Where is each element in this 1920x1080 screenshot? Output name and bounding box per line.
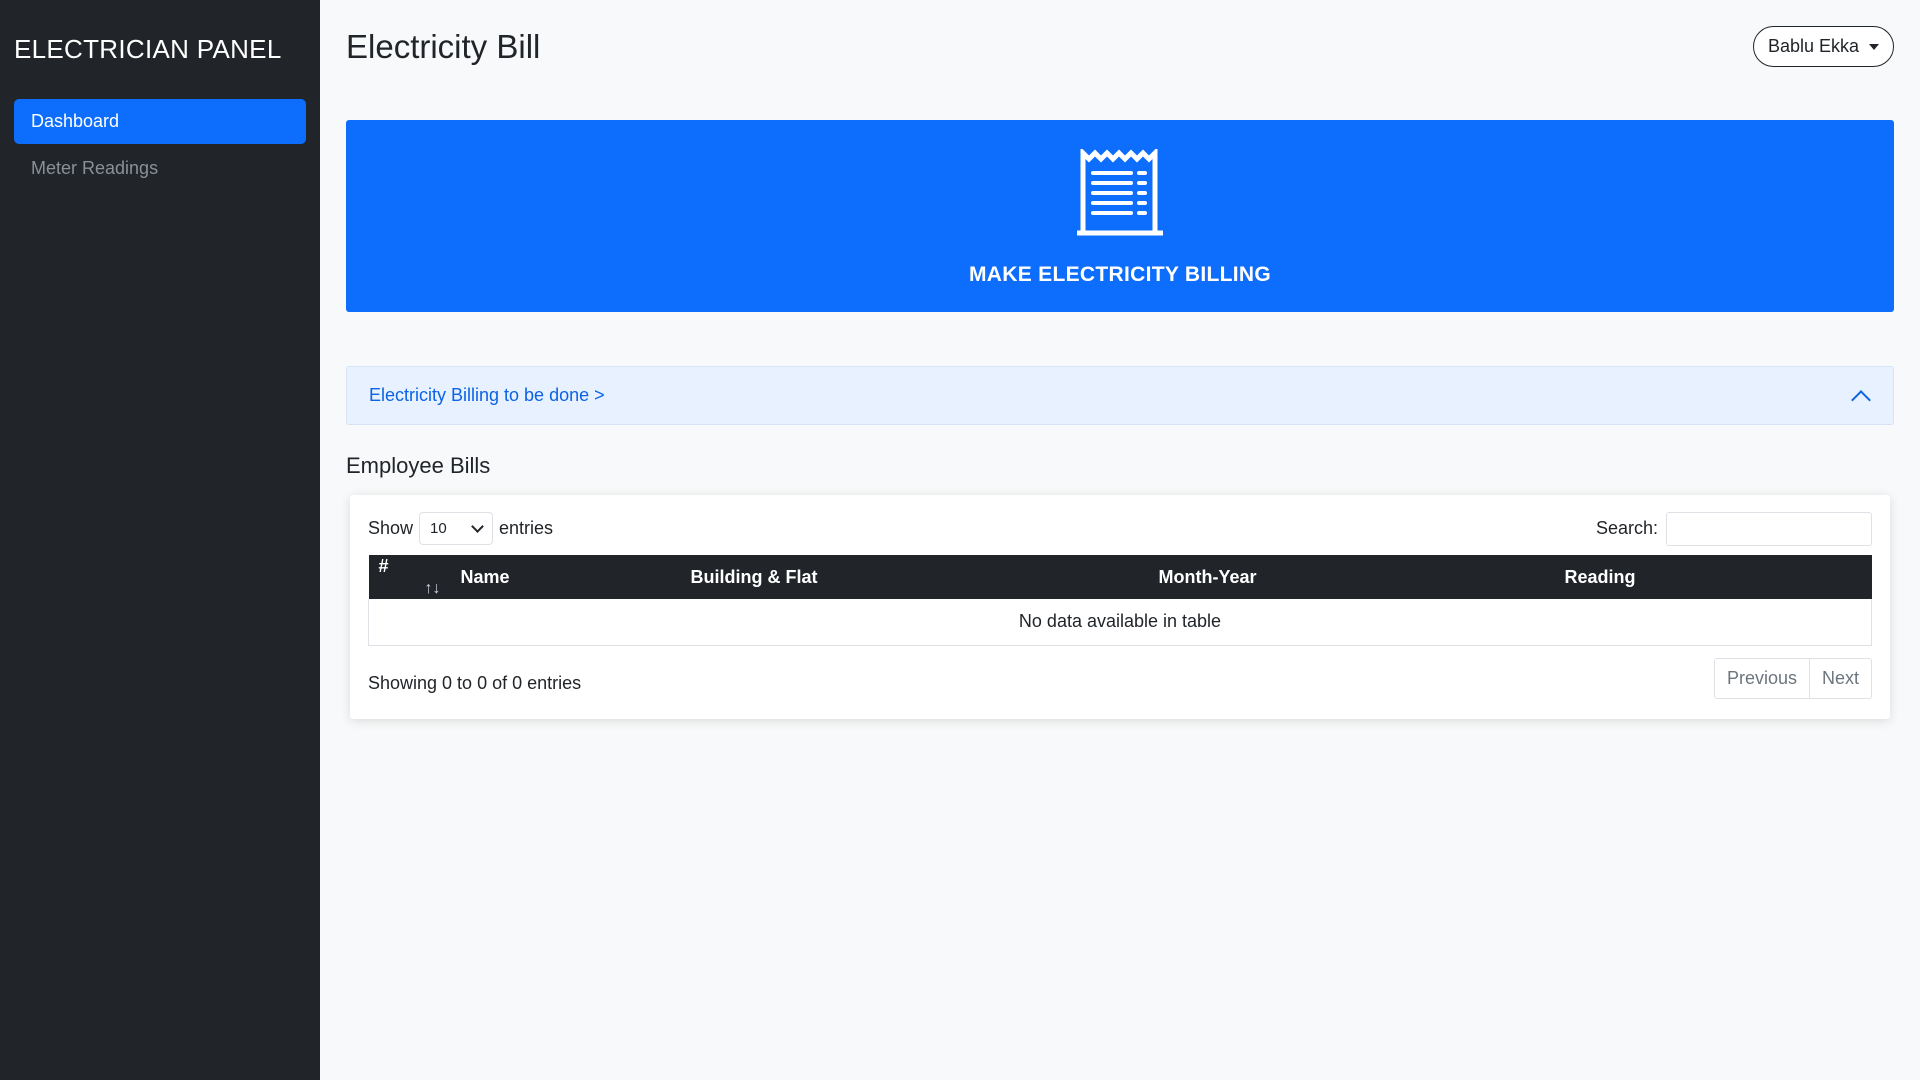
make-electricity-billing-button[interactable]: MAKE ELECTRICITY BILLING (346, 120, 1894, 312)
sidebar-item-dashboard[interactable]: Dashboard (14, 99, 306, 144)
column-header-building-flat[interactable]: Building & Flat (681, 555, 1149, 599)
search-control: Search: (1595, 511, 1872, 546)
search-input[interactable] (1666, 511, 1872, 546)
sidebar: ELECTRICIAN PANEL Dashboard Meter Readin… (0, 0, 320, 1080)
chevron-down-icon (471, 520, 484, 533)
billing-pending-accordion[interactable]: Electricity Billing to be done > (346, 366, 1894, 425)
employee-bills-table: # ↑↓ Name Building & Flat Month-Year Rea… (368, 555, 1872, 646)
chevron-up-icon (1851, 389, 1871, 410)
brand-title: ELECTRICIAN PANEL (14, 34, 282, 64)
page-length-control: Show 10 entries (368, 512, 553, 545)
section-title: Employee Bills (346, 453, 491, 478)
page-length-select[interactable]: 10 (419, 512, 494, 545)
search-label: Search: (1595, 518, 1658, 538)
sort-icon: ↑↓ (424, 580, 441, 597)
column-header-reading[interactable]: Reading (1555, 555, 1872, 599)
next-page-button[interactable]: Next (1809, 657, 1872, 699)
table-row: No data available in table (368, 599, 1872, 646)
accordion-label: Electricity Billing to be done > (369, 385, 605, 405)
page-title: Electricity Bill (346, 28, 541, 65)
previous-page-button[interactable]: Previous (1713, 657, 1810, 699)
user-menu-dropdown[interactable]: Bablu Ekka (1752, 26, 1894, 67)
pagination: Previous Next (1713, 657, 1872, 699)
receipt-icon (1077, 149, 1163, 236)
empty-table-message: No data available in table (368, 599, 1872, 646)
sidebar-item-meter-readings[interactable]: Meter Readings (14, 146, 306, 191)
employee-bills-card: Show 10 entries Search: # ↑↓ Name Buildi… (350, 495, 1890, 719)
column-header-index[interactable]: # ↑↓ (369, 555, 451, 599)
show-label: Show (368, 518, 414, 538)
entries-label: entries (499, 518, 554, 538)
column-header-name[interactable]: Name (451, 555, 681, 599)
page-length-value: 10 (430, 520, 447, 537)
table-info: Showing 0 to 0 of 0 entries (368, 672, 582, 693)
banner-label: MAKE ELECTRICITY BILLING (969, 263, 1271, 286)
column-header-month-year[interactable]: Month-Year (1149, 555, 1555, 599)
user-name: Bablu Ekka (1767, 36, 1859, 56)
caret-down-icon (1869, 43, 1879, 50)
main-content: Electricity Bill Bablu Ekka MAKE ELECTRI… (320, 0, 1920, 1080)
table-header-row: # ↑↓ Name Building & Flat Month-Year Rea… (368, 555, 1872, 599)
